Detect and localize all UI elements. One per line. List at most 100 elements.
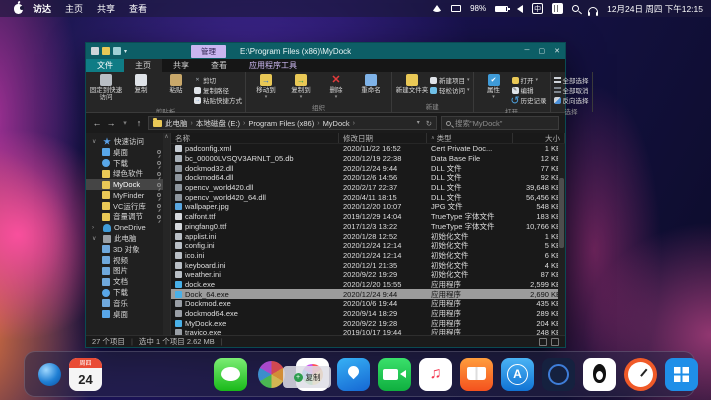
refresh-icon[interactable]: ↻ xyxy=(426,119,432,128)
ribbon-button-open[interactable]: 打开 ▾ xyxy=(511,75,547,85)
column-header-大小[interactable]: 大小 xyxy=(513,133,565,143)
ribbon-button-pin[interactable]: 固定到快速访问 xyxy=(89,74,123,105)
ribbon-button-copyto[interactable]: 复制到▾ xyxy=(284,74,318,101)
sidebar-item-图片[interactable]: 图片 xyxy=(86,266,170,277)
sidebar-item-绿色软件[interactable]: 绿色软件 xyxy=(86,168,170,179)
messages-icon[interactable] xyxy=(214,357,247,391)
ribbon-button-cut[interactable]: 剪切 xyxy=(194,75,242,85)
apple-logo-icon[interactable] xyxy=(14,3,24,14)
app-store-icon[interactable] xyxy=(501,357,534,391)
ribbon-button-path[interactable]: 复制路径 xyxy=(194,85,242,95)
ribbon-button-rename[interactable]: 重命名 xyxy=(354,74,388,101)
clock-icon[interactable] xyxy=(624,357,657,391)
list-scrollbar[interactable] xyxy=(558,144,565,335)
tab-3[interactable]: 查看 xyxy=(200,59,238,72)
column-header-名称[interactable]: 名称 xyxy=(171,133,339,143)
ribbon-button-paste[interactable]: 粘贴 xyxy=(159,74,193,105)
breadcrumb-separator: › xyxy=(243,119,246,127)
up-icon[interactable]: ↑ xyxy=(134,118,144,128)
sidebar-section-2[interactable]: ∨ 此电脑 xyxy=(86,233,170,244)
tab-4[interactable]: 应用程序工具 xyxy=(238,59,308,72)
table-row[interactable]: padconfig.xml 2020/11/22 16:52 Cert Privat… xyxy=(171,144,565,154)
table-row[interactable]: trayico.exe 2019/10/17 19:44 应用程序 248 KB xyxy=(171,328,565,335)
battery-icon[interactable] xyxy=(495,5,511,12)
ribbon-button-newitem[interactable]: 新建项目 ▾ xyxy=(430,75,470,85)
minimize-button[interactable]: ─ xyxy=(525,47,530,55)
scrollbar-thumb[interactable] xyxy=(559,178,564,249)
ribbon-button-newfolder[interactable]: 新建文件夹 xyxy=(395,74,429,100)
column-header-类型[interactable]: ∧ 类型 xyxy=(427,133,513,143)
ribbon-button-selall[interactable]: 全部选择 xyxy=(553,75,589,85)
ribbon-button-selinv[interactable]: 反向选择 xyxy=(553,95,589,105)
spotlight-search-icon[interactable] xyxy=(572,5,580,12)
menu-item-0[interactable]: 访达 xyxy=(33,2,51,15)
baidu-maps-icon[interactable] xyxy=(337,357,370,391)
ribbon-button-selnone[interactable]: 全部取消 xyxy=(553,85,589,95)
window-titlebar[interactable]: ▾ 管理 E:\Program Files (x86)\MyDock ─ ▢ ✕ xyxy=(86,43,565,59)
menu-item-2[interactable]: 共享 xyxy=(97,2,115,15)
ribbon-button-shortcut[interactable]: 粘贴快捷方式 xyxy=(194,95,242,105)
sidebar-scrollbar[interactable]: ∧ xyxy=(163,133,170,335)
sidebar-item-VC运行库[interactable]: VC运行库 xyxy=(86,201,170,212)
sidebar-item-下载[interactable]: 下载 xyxy=(86,158,170,169)
sidebar-item-文档[interactable]: 文档 xyxy=(86,276,170,287)
breadcrumb-item-1[interactable]: 本地磁盘 (E:) xyxy=(196,118,240,129)
qat-new-folder-icon[interactable] xyxy=(102,47,110,55)
qat-properties-icon[interactable] xyxy=(91,47,99,55)
launcher-icon[interactable] xyxy=(38,362,61,386)
wifi-icon[interactable] xyxy=(432,5,443,12)
column-header-修改日期[interactable]: 修改日期 xyxy=(339,133,427,143)
history-dropdown-icon[interactable]: ▾ xyxy=(120,119,130,127)
address-dropdown-icon[interactable]: ▾ xyxy=(417,119,420,128)
windows-icon[interactable] xyxy=(665,357,698,391)
qat-customize-icon[interactable] xyxy=(113,47,121,55)
menu-item-3[interactable]: 查看 xyxy=(129,2,147,15)
ribbon-button-copy[interactable]: 复制 xyxy=(124,74,158,105)
breadcrumb[interactable]: 此电脑 › 本地磁盘 (E:) › Program Files (x86) › MyDock… xyxy=(148,116,437,130)
ribbon-button-move[interactable]: 移动到▾ xyxy=(249,74,283,101)
sidebar-section-1[interactable]: › OneDrive xyxy=(86,222,170,233)
sidebar-item-桌面[interactable]: 桌面 xyxy=(86,147,170,158)
compass-icon[interactable] xyxy=(542,357,575,391)
ribbon-button-easy[interactable]: 轻松访问 ▾ xyxy=(430,85,470,95)
display-icon[interactable] xyxy=(451,5,462,12)
thumbnail-view-icon[interactable] xyxy=(551,337,559,346)
ribbon-button-delete[interactable]: 删除▾ xyxy=(319,74,353,101)
maximize-button[interactable]: ▢ xyxy=(539,47,546,55)
menu-item-1[interactable]: 主页 xyxy=(65,2,83,15)
tab-1[interactable]: 主页 xyxy=(124,59,162,72)
calendar-icon[interactable]: 周四 24 xyxy=(69,357,102,391)
ribbon-button-history[interactable]: 历史记录 xyxy=(512,95,547,105)
music-icon[interactable]: ♫ xyxy=(419,357,452,391)
volume-icon[interactable] xyxy=(517,4,524,13)
tab-0[interactable]: 文件 xyxy=(86,59,124,72)
qq-icon[interactable] xyxy=(583,357,616,391)
ribbon-button-props[interactable]: 属性▾ xyxy=(477,74,511,105)
sidebar-item-下载[interactable]: 下载 xyxy=(86,287,170,298)
breadcrumb-item-3[interactable]: MyDock xyxy=(323,119,350,128)
search-box[interactable]: 搜索"MyDock" xyxy=(441,116,559,130)
sidebar-item-MyDock[interactable]: MyDock xyxy=(86,179,170,190)
sidebar-item-音乐[interactable]: 音乐 xyxy=(86,298,170,309)
details-view-icon[interactable] xyxy=(539,337,547,346)
tab-2[interactable]: 共享 xyxy=(162,59,200,72)
sidebar-item-3D 对象[interactable]: 3D 对象 xyxy=(86,244,170,255)
sidebar-section-0[interactable]: ∨ 快速访问 xyxy=(86,136,170,147)
breadcrumb-item-0[interactable]: 此电脑 xyxy=(165,118,188,129)
back-icon[interactable]: ← xyxy=(92,118,102,128)
qat-dropdown-icon[interactable]: ▾ xyxy=(124,48,127,55)
sidebar-item-音量调节[interactable]: 音量调节 xyxy=(86,212,170,223)
close-button[interactable]: ✕ xyxy=(554,47,560,55)
sidebar-item-MyFinder[interactable]: MyFinder xyxy=(86,190,170,201)
facetime-icon[interactable] xyxy=(378,357,411,391)
sidebar-item-视频[interactable]: 视频 xyxy=(86,255,170,266)
menu-bar-clock[interactable]: 12月24日 周四 下午12:15 xyxy=(607,3,703,15)
books-icon[interactable] xyxy=(460,357,493,391)
manage-tab[interactable]: 管理 xyxy=(191,44,227,58)
input-method-icon[interactable]: 中 xyxy=(532,3,544,14)
keyboard-layout-icon[interactable] xyxy=(552,3,564,14)
breadcrumb-item-2[interactable]: Program Files (x86) xyxy=(248,119,314,128)
sidebar-item-桌面[interactable]: 桌面 xyxy=(86,309,170,320)
headset-icon[interactable] xyxy=(588,7,599,16)
forward-icon[interactable]: → xyxy=(106,118,116,128)
